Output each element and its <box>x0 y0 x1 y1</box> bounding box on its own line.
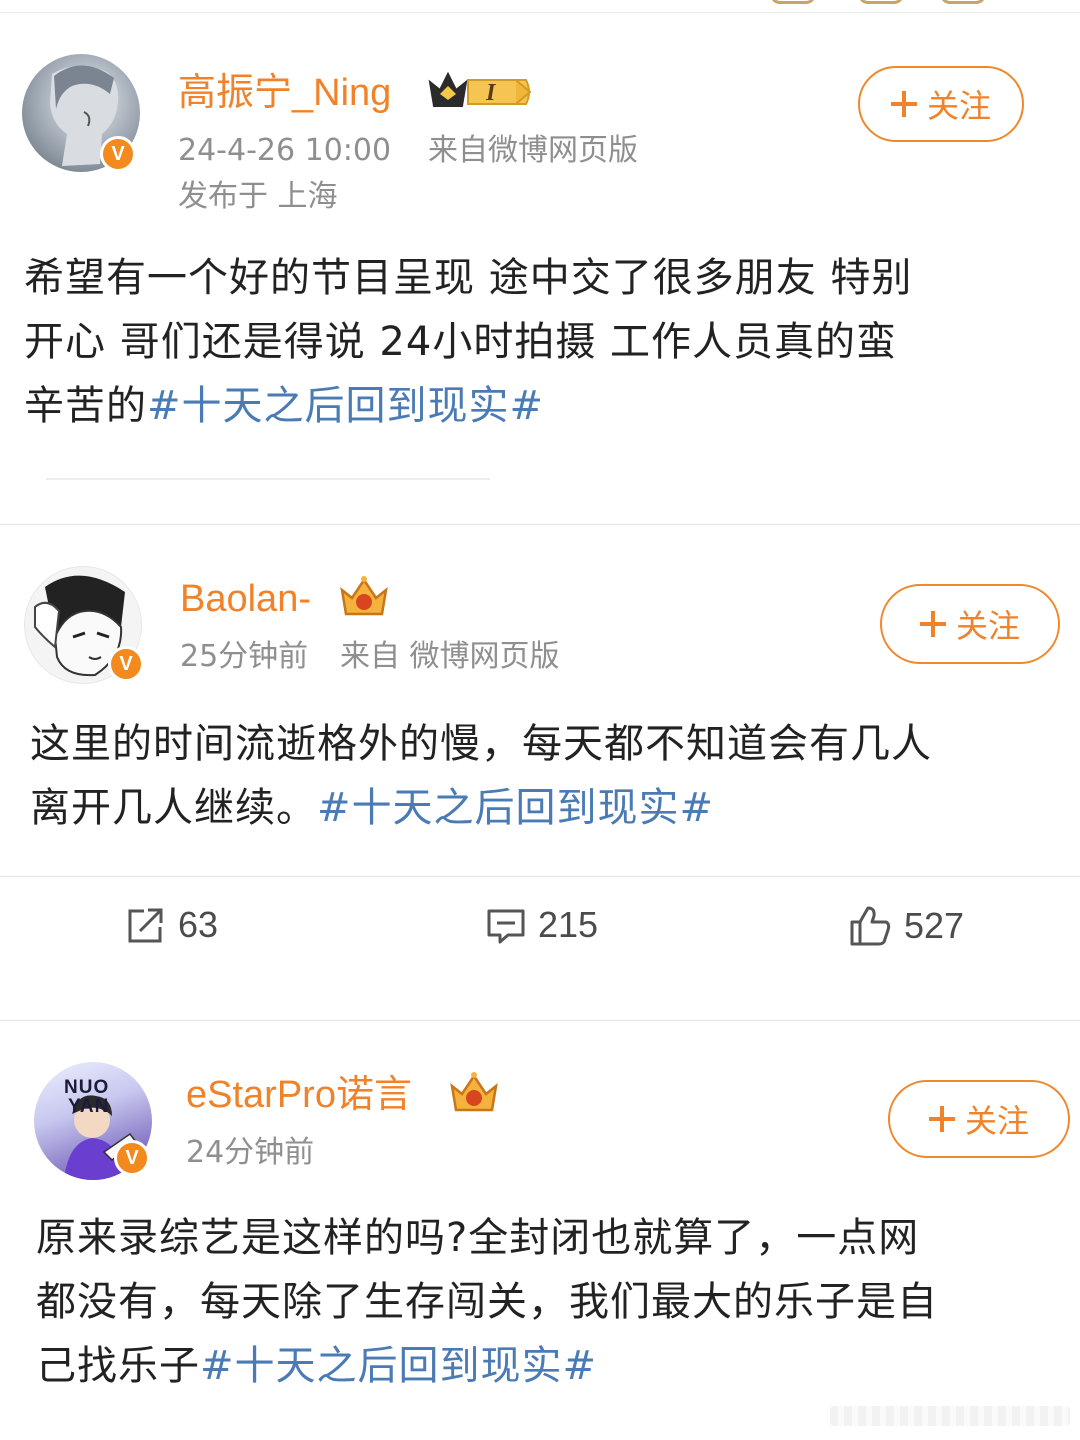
divider <box>46 478 490 480</box>
post-body: 希望有一个好的节目呈现 途中交了很多朋友 特别 开心 哥们还是得说 24小时拍摄… <box>24 246 1054 438</box>
share-icon <box>128 908 163 943</box>
post-text-line: 开心 哥们还是得说 24小时拍摄 工作人员真的蛮 <box>24 319 898 365</box>
level-badge: I <box>486 80 496 106</box>
post-body: 原来录综艺是这样的吗?全封闭也就算了，一点网 都没有，每天除了生存闯关，我们最大… <box>36 1206 1066 1398</box>
follow-label: 关注 <box>964 1102 1029 1140</box>
top-decoration <box>940 0 986 4</box>
verified-badge: V <box>114 1140 150 1176</box>
post-source: 来自微博网页版 <box>428 133 638 168</box>
vip-crown-icon <box>446 1070 502 1120</box>
repost-button[interactable]: 63 <box>126 904 218 946</box>
plus-icon <box>919 611 946 637</box>
post-divider <box>0 1020 1080 1021</box>
follow-button[interactable]: 关注 <box>880 584 1060 664</box>
follow-label: 关注 <box>955 607 1020 645</box>
comment-icon <box>487 909 525 944</box>
post-source: 来自 微博网页版 <box>340 639 560 674</box>
actions-divider <box>0 876 1080 877</box>
post-divider <box>0 524 1080 525</box>
avatar-text: NUO YAN <box>64 1077 110 1117</box>
post-text-line: 这里的时间流逝格外的慢，每天都不知道会有几人 <box>30 721 932 767</box>
comment-button[interactable]: 215 <box>486 904 598 946</box>
top-strip <box>0 0 1080 14</box>
post-text-tail: 辛苦的 <box>24 383 147 429</box>
follow-button[interactable]: 关注 <box>888 1080 1070 1158</box>
post-text-line: 己找乐子#十天之后回到现实# <box>36 1334 1066 1398</box>
top-decoration <box>770 0 816 4</box>
post-body: 这里的时间流逝格外的慢，每天都不知道会有几人 离开几人继续。#十天之后回到现实# <box>30 712 1060 840</box>
repost-count: 63 <box>178 904 219 945</box>
username[interactable]: eStarPro诺言 <box>186 1076 412 1114</box>
post-text-tail: 己找乐子 <box>36 1343 200 1389</box>
like-icon <box>850 906 891 946</box>
watermark <box>830 1406 1070 1426</box>
verified-badge: V <box>108 646 144 682</box>
post-text-line: 都没有，每天除了生存闯关，我们最大的乐子是自 <box>36 1279 938 1325</box>
hashtag-link[interactable]: #十天之后回到现实# <box>317 785 714 831</box>
vip-crown-icon <box>426 68 534 118</box>
action-bar: 63 215 527 <box>0 880 1080 980</box>
follow-label: 关注 <box>926 87 991 125</box>
post-text-tail: 离开几人继续。 <box>30 785 317 831</box>
like-count: 527 <box>904 905 965 946</box>
comment-count: 215 <box>538 904 599 945</box>
hashtag-link[interactable]: #十天之后回到现实# <box>200 1343 597 1389</box>
post-time: 25分钟前 <box>180 639 309 674</box>
post-text-line: 原来录综艺是这样的吗?全封闭也就算了，一点网 <box>36 1215 920 1261</box>
post-text-line: 离开几人继续。#十天之后回到现实# <box>30 776 1060 840</box>
post-text-line: 辛苦的#十天之后回到现实# <box>24 374 1054 438</box>
post-location: 发布于 上海 <box>178 179 338 214</box>
username[interactable]: 高振宁_Ning <box>178 74 391 112</box>
vip-crown-icon <box>336 574 392 624</box>
plus-icon <box>928 1106 955 1132</box>
verified-badge: V <box>100 136 136 172</box>
post-time: 24分钟前 <box>186 1135 315 1170</box>
username[interactable]: Baolan- <box>180 580 311 618</box>
post-time: 24-4-26 10:00 <box>178 133 392 168</box>
post-text-line: 希望有一个好的节目呈现 途中交了很多朋友 特别 <box>24 255 913 301</box>
top-decoration <box>858 0 904 4</box>
plus-icon <box>890 91 917 117</box>
like-button[interactable]: 527 <box>848 904 964 948</box>
hashtag-link[interactable]: #十天之后回到现实# <box>147 383 544 429</box>
top-divider <box>0 12 1080 13</box>
follow-button[interactable]: 关注 <box>858 66 1024 142</box>
